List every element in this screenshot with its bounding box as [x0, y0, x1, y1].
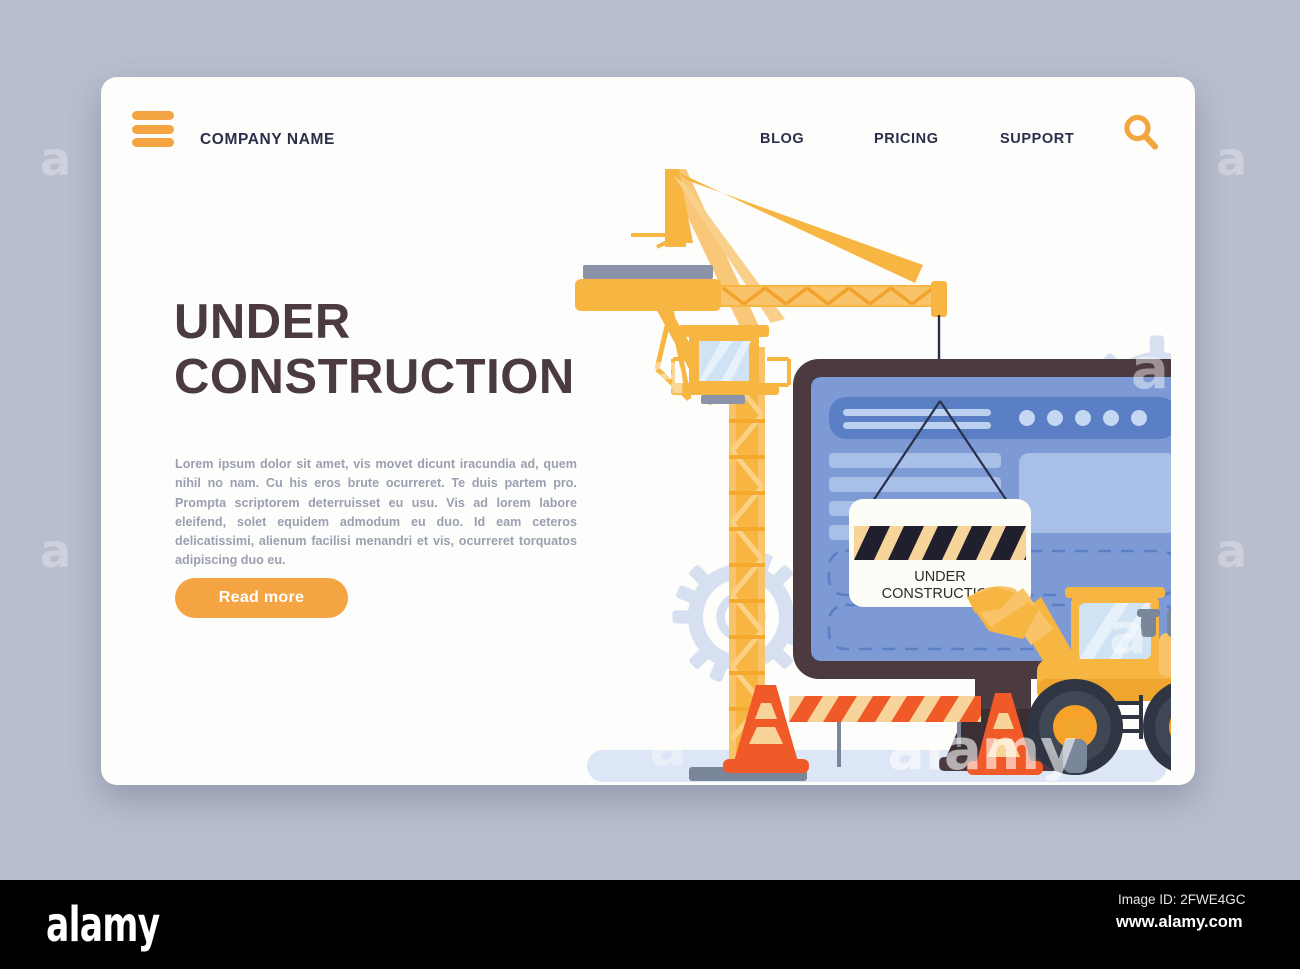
watermark-glyph: a	[1216, 132, 1248, 186]
wheel-front	[1027, 679, 1123, 775]
landing-page-card: COMPANY NAME BLOG PRICING SUPPORT UNDER …	[101, 77, 1195, 785]
image-id-label: Image ID: 2FWE4GC	[1118, 892, 1246, 907]
watermark-glyph: a	[1216, 524, 1248, 578]
hero-description-text: Lorem ipsum dolor sit amet, vis movet di…	[175, 457, 577, 568]
under-construction-sign: UNDER CONSTRUCTION	[849, 499, 1031, 607]
company-name-label: COMPANY NAME	[200, 131, 335, 148]
nav-link-blog[interactable]: BLOG	[760, 131, 804, 147]
nav-link-pricing[interactable]: PRICING	[874, 131, 939, 147]
hamburger-bar	[132, 124, 174, 134]
page-title: UNDER CONSTRUCTION	[174, 295, 604, 406]
nav-link-support[interactable]: SUPPORT	[1000, 131, 1074, 147]
watermark-glyph: a	[40, 132, 72, 186]
watermark-glyph: a	[1173, 338, 1195, 403]
hamburger-menu-icon[interactable]	[132, 111, 174, 147]
read-more-button[interactable]: Read more	[175, 578, 348, 618]
svg-text:UNDER: UNDER	[914, 569, 966, 585]
hamburger-bar	[132, 111, 174, 120]
alamy-url-label: www.alamy.com	[1116, 913, 1243, 931]
construction-illustration: UNDER CONSTRUCTION a a a a a a alamy	[571, 147, 1195, 785]
alamy-logo: alamy	[46, 897, 160, 953]
page-title-line-1: UNDER	[174, 295, 351, 349]
alamy-footer-bar: alamy Image ID: 2FWE4GC www.alamy.com	[0, 880, 1300, 969]
screenshot-root: aaaaaaaaaaaaaaaaaaaaaaaaaaaaaaaaaaaa COM…	[0, 0, 1300, 969]
page-title-line-2: CONSTRUCTION	[174, 350, 575, 405]
watermark-glyph: a	[40, 524, 72, 578]
hamburger-bar	[132, 138, 174, 147]
